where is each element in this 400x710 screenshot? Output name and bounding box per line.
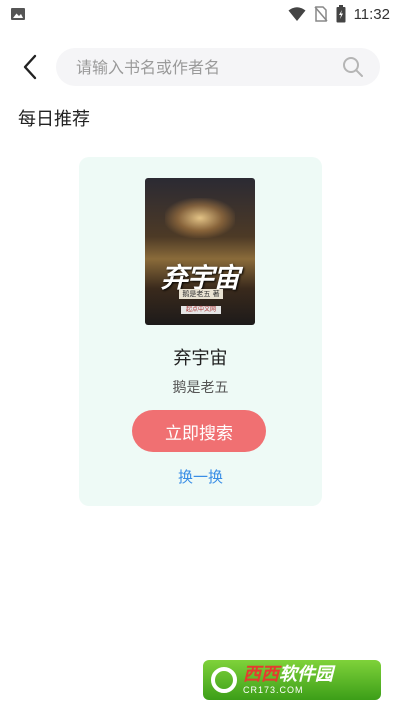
status-time: 11:32 [353,5,390,23]
search-input[interactable] [74,56,318,78]
back-button[interactable] [16,51,44,83]
watermark-title-b: 软件园 [279,663,333,685]
book-cover[interactable]: 弃宇宙 鹅是老五 著 起点中文网 [145,178,255,325]
watermark-subtitle: CR173.COM [243,684,304,695]
chevron-left-icon [23,54,37,80]
image-icon [10,6,26,22]
change-link[interactable]: 换一换 [79,466,322,487]
search-now-button[interactable]: 立即搜索 [132,410,266,452]
section-title: 每日推荐 [18,109,90,130]
search-box[interactable] [56,48,380,86]
cover-glow [165,198,235,238]
watermark-title-a: 西西 [243,663,279,685]
cover-author: 鹅是老五 著 [179,289,223,299]
cover-publisher-logo: 起点中文网 [181,306,221,314]
watermark-logo: 西西软件园 CR173.COM [203,660,381,700]
watermark-title: 西西软件园 [243,663,333,685]
wifi-icon [288,6,306,22]
watermark-circle-icon [211,667,237,693]
search-row [0,48,400,86]
search-icon[interactable] [342,56,364,78]
battery-icon [336,5,346,23]
no-sim-icon [313,6,328,22]
book-title: 弃宇宙 [173,348,228,369]
status-bar: 11:32 [0,0,400,28]
book-author: 鹅是老五 [172,380,229,396]
recommend-card: 弃宇宙 鹅是老五 著 起点中文网 弃宇宙 鹅是老五 立即搜索 换一换 [79,157,322,506]
